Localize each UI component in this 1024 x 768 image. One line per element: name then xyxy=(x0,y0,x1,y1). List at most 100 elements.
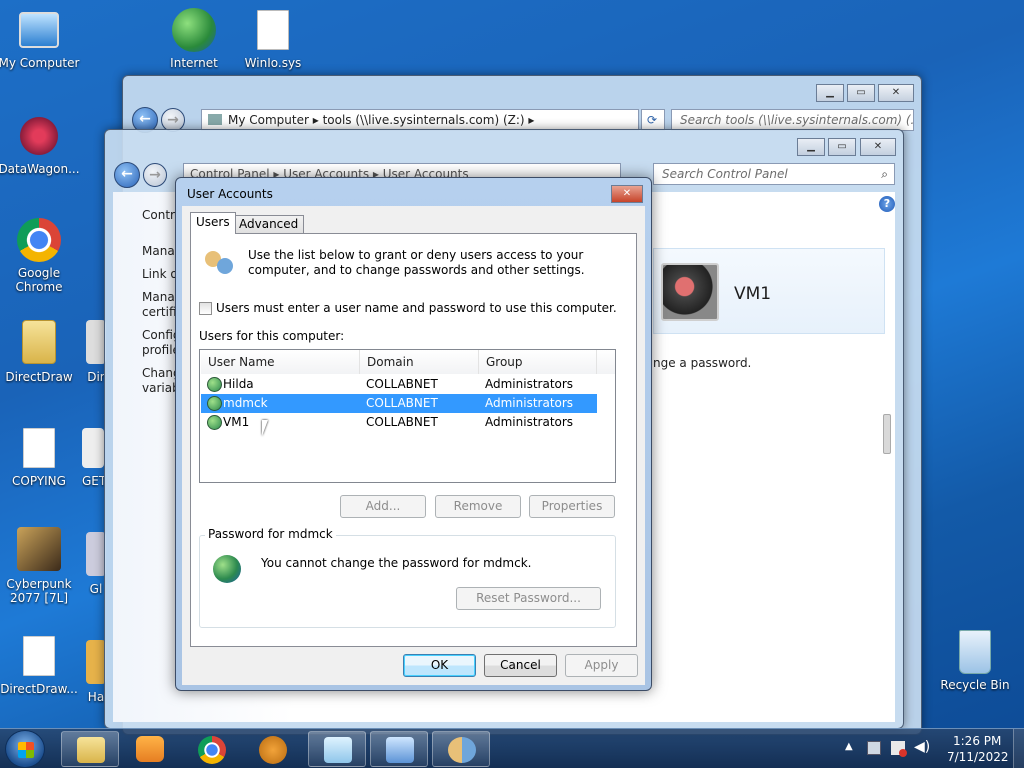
domain-cell: COLLABNET xyxy=(366,415,438,429)
close-button[interactable]: ✕ xyxy=(860,138,896,156)
taskbar-media-player-button[interactable] xyxy=(121,731,179,767)
show-hidden-icons-button[interactable]: ▲ xyxy=(845,741,853,752)
desktop-icon-label: Internet xyxy=(170,56,218,70)
desktop-icon-google-chrome[interactable]: Google Chrome xyxy=(0,218,81,294)
start-button[interactable] xyxy=(5,730,45,768)
desktop-icon-label: Google Chrome xyxy=(15,266,63,294)
refresh-button[interactable]: ⟳ xyxy=(641,109,665,131)
taskbar-half-life-button[interactable] xyxy=(244,731,302,767)
desktop-icon-label: Recycle Bin xyxy=(940,678,1010,692)
add-button[interactable]: Add... xyxy=(340,495,426,518)
user-icon xyxy=(207,377,222,392)
taskbar-explorer-button[interactable] xyxy=(61,731,119,767)
user-name-cell: Hilda xyxy=(223,377,254,391)
users-list[interactable]: User Name Domain Group Hilda COLLABNET A… xyxy=(199,349,616,483)
desktop-icon-gl[interactable]: Gl xyxy=(86,532,106,596)
desktop-icon-copying[interactable]: COPYING xyxy=(0,428,81,488)
notepad-icon xyxy=(324,737,352,763)
password-group xyxy=(199,535,616,628)
globe-icon xyxy=(172,8,216,52)
users-label: Users for this computer: xyxy=(199,329,345,343)
user-tile: VM1 xyxy=(653,248,885,334)
desktop-icon-cyberpunk[interactable]: Cyberpunk 2077 [7L] xyxy=(0,527,81,605)
network-icon[interactable] xyxy=(867,741,881,755)
maximize-button[interactable]: ▭ xyxy=(847,84,875,102)
desktop-icon-directdraw[interactable]: DirectDraw xyxy=(0,320,81,384)
cancel-button[interactable]: Cancel xyxy=(484,654,557,677)
table-row[interactable]: Hilda COLLABNET Administrators xyxy=(201,375,597,394)
scrollbar[interactable] xyxy=(881,192,895,712)
domain-cell: COLLABNET xyxy=(366,396,438,410)
domain-cell: COLLABNET xyxy=(366,377,438,391)
address-text: My Computer ▸ tools (\\live.sysinternals… xyxy=(228,113,535,127)
computer-icon xyxy=(208,114,222,125)
volume-icon[interactable]: ◀) xyxy=(914,739,930,755)
address-bar[interactable]: My Computer ▸ tools (\\live.sysinternals… xyxy=(201,109,639,131)
file-icon xyxy=(86,532,106,576)
users-icon xyxy=(205,248,235,278)
desktop-icon-dir[interactable]: Dir xyxy=(86,320,106,384)
desktop-icon-label: DirectDraw xyxy=(5,370,73,384)
users-icon xyxy=(448,737,476,763)
close-button[interactable]: ✕ xyxy=(611,185,643,203)
tab-advanced[interactable]: Advanced xyxy=(233,215,305,233)
users-tab-page: Use the list below to grant or deny user… xyxy=(190,233,637,647)
taskbar-notepad-button[interactable] xyxy=(308,731,366,767)
computer-icon xyxy=(19,12,59,48)
minimize-button[interactable]: ▁ xyxy=(797,138,825,156)
back-button[interactable]: ← xyxy=(114,162,140,188)
reset-password-button[interactable]: Reset Password... xyxy=(456,587,601,610)
properties-button[interactable]: Properties xyxy=(529,495,615,518)
desktop-icon-get[interactable]: GET xyxy=(82,428,104,488)
change-password-link[interactable]: nge a password. xyxy=(653,356,751,370)
ok-button[interactable]: OK xyxy=(403,654,476,677)
taskbar-chrome-button[interactable] xyxy=(183,731,241,767)
folder-icon xyxy=(77,737,105,763)
taskbar-user-accounts-button[interactable] xyxy=(432,731,490,767)
desktop-icon-label: WinIo.sys xyxy=(244,56,302,70)
apply-button[interactable]: Apply xyxy=(565,654,638,677)
must-enter-checkbox[interactable] xyxy=(199,302,212,315)
column-header-group[interactable]: Group xyxy=(479,350,597,374)
search-icon: ⌕ xyxy=(881,167,888,181)
user-accounts-dialog[interactable]: User Accounts ✕ Users Advanced Use the l… xyxy=(175,177,652,691)
desktop-icon-directdraw-2[interactable]: DirectDraw... xyxy=(0,636,81,696)
dialog-body: Users Advanced Use the list below to gra… xyxy=(182,206,645,685)
document-icon xyxy=(82,428,104,468)
show-desktop-button[interactable] xyxy=(1013,729,1024,768)
desktop-icon-ha[interactable]: Ha xyxy=(86,640,106,704)
taskbar: ▲ ◀) 1:26 PM 7/11/2022 xyxy=(0,728,1024,768)
desktop-icon-datawagon[interactable]: DataWagon... xyxy=(0,114,81,176)
clock-date[interactable]: 7/11/2022 xyxy=(947,750,1009,764)
table-row[interactable]: VM1 COLLABNET Administrators xyxy=(201,413,597,432)
minimize-button[interactable]: ▁ xyxy=(816,84,844,102)
column-header-user-name[interactable]: User Name xyxy=(201,350,360,374)
file-icon xyxy=(86,320,106,364)
search-input[interactable]: Search Control Panel ⌕ xyxy=(653,163,895,185)
desktop-icon-label: Gl xyxy=(89,582,103,596)
remove-button[interactable]: Remove xyxy=(435,495,521,518)
user-password-icon xyxy=(213,555,241,583)
column-header-domain[interactable]: Domain xyxy=(360,350,479,374)
taskbar-control-panel-button[interactable] xyxy=(370,731,428,767)
table-row-selected[interactable]: mdmck COLLABNET Administrators xyxy=(201,394,597,413)
document-icon xyxy=(23,428,55,468)
search-input[interactable]: Search tools (\\live.sysinternals.com) (… xyxy=(671,109,914,131)
must-enter-checkbox-label[interactable]: Users must enter a user name and passwor… xyxy=(216,301,617,315)
forward-button[interactable]: → xyxy=(143,163,167,187)
clock-time[interactable]: 1:26 PM xyxy=(953,734,1001,748)
desktop-icon-recycle-bin[interactable]: Recycle Bin xyxy=(933,630,1017,692)
desktop-icon-winio[interactable]: WinIo.sys xyxy=(231,10,315,70)
action-center-icon[interactable] xyxy=(891,741,907,757)
desktop-icon-label: Dir xyxy=(87,370,105,384)
maximize-button[interactable]: ▭ xyxy=(828,138,856,156)
scrollbar-thumb[interactable] xyxy=(883,414,891,454)
document-icon xyxy=(23,636,55,676)
desktop-icon-label: DirectDraw... xyxy=(0,682,78,696)
tab-users[interactable]: Users xyxy=(190,212,236,234)
column-header-filler xyxy=(597,350,615,374)
desktop-icon-label: Ha xyxy=(87,690,105,704)
desktop-icon-internet[interactable]: Internet xyxy=(152,8,236,70)
desktop-icon-my-computer[interactable]: My Computer xyxy=(0,10,81,70)
close-button[interactable]: ✕ xyxy=(878,84,914,102)
